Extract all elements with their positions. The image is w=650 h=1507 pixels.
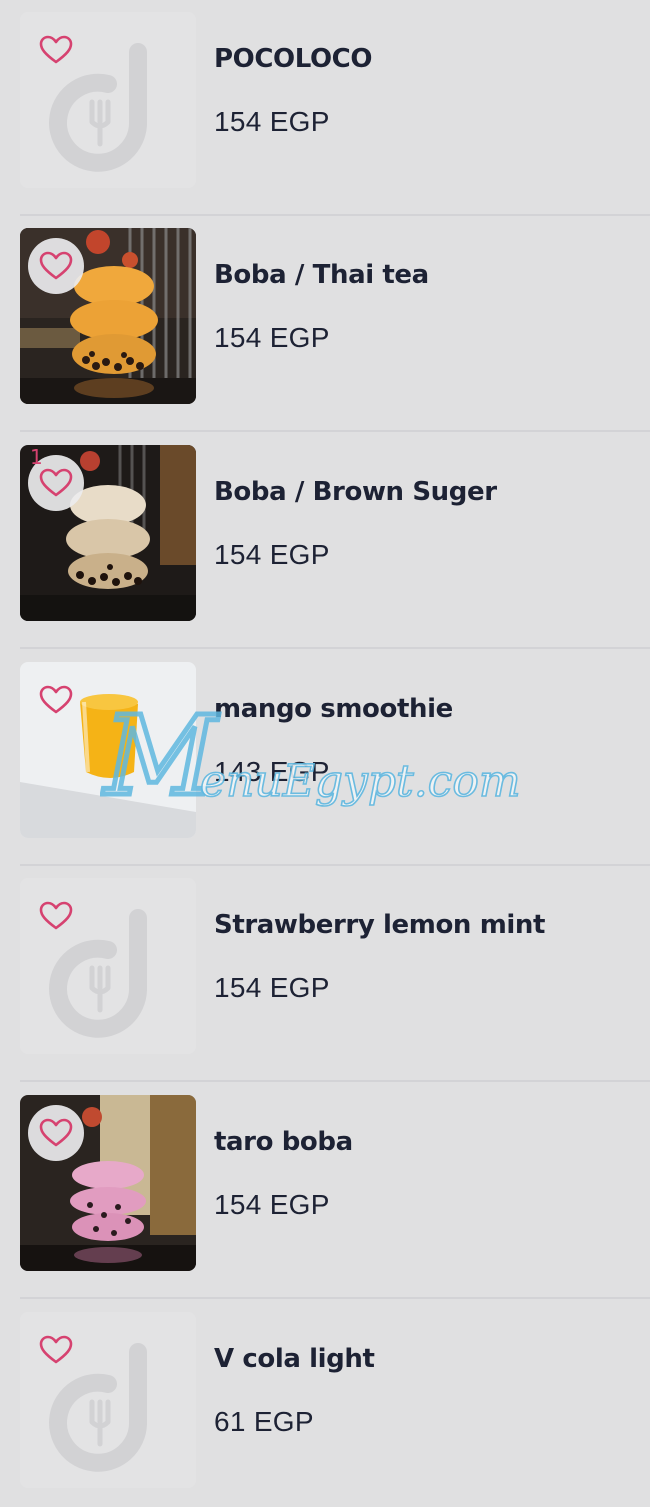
item-image[interactable]	[20, 228, 196, 404]
menu-item[interactable]: Boba / Thai tea 154 EGP	[20, 216, 650, 432]
item-price: 143 EGP	[214, 756, 330, 787]
favorite-button[interactable]	[28, 888, 84, 944]
item-name[interactable]: V cola light	[214, 1344, 375, 1374]
heart-icon	[39, 1118, 73, 1147]
favorite-button[interactable]	[28, 22, 84, 78]
favorite-button[interactable]	[28, 672, 84, 728]
item-image-placeholder[interactable]	[20, 878, 196, 1054]
item-price: 154 EGP	[214, 1189, 330, 1220]
item-price: 154 EGP	[214, 972, 330, 1003]
menu-item[interactable]: 1 Boba / Brown Suger 154 EGP	[20, 433, 650, 649]
item-price: 61 EGP	[214, 1406, 314, 1437]
favorite-button[interactable]	[28, 1105, 84, 1161]
quantity-badge: 1	[30, 445, 43, 469]
item-price: 154 EGP	[214, 106, 330, 137]
heart-icon	[39, 468, 73, 497]
heart-icon	[39, 901, 73, 930]
favorite-button[interactable]	[28, 238, 84, 294]
heart-icon	[39, 1335, 73, 1364]
menu-item[interactable]: Strawberry lemon mint 154 EGP	[20, 866, 650, 1082]
item-image-placeholder[interactable]	[20, 1312, 196, 1488]
item-name[interactable]: mango smoothie	[214, 694, 453, 724]
heart-icon	[39, 35, 73, 64]
menu-item[interactable]: POCOLOCO 154 EGP	[20, 0, 650, 216]
item-price: 154 EGP	[214, 539, 330, 570]
item-name[interactable]: Strawberry lemon mint	[214, 910, 545, 940]
item-name[interactable]: POCOLOCO	[214, 44, 372, 74]
menu-item[interactable]: mango smoothie 143 EGP	[20, 650, 650, 866]
heart-icon	[39, 251, 73, 280]
heart-icon	[39, 685, 73, 714]
item-price: 154 EGP	[214, 322, 330, 353]
menu-item[interactable]: taro boba 154 EGP	[20, 1083, 650, 1299]
item-name[interactable]: taro boba	[214, 1127, 353, 1157]
item-image[interactable]	[20, 1095, 196, 1271]
favorite-button[interactable]	[28, 1322, 84, 1378]
item-name[interactable]: Boba / Thai tea	[214, 260, 429, 290]
item-image[interactable]: 1	[20, 445, 196, 621]
item-image-placeholder[interactable]	[20, 12, 196, 188]
item-name[interactable]: Boba / Brown Suger	[214, 477, 497, 507]
item-image[interactable]	[20, 662, 196, 838]
menu-item[interactable]: V cola light 61 EGP	[20, 1300, 650, 1507]
